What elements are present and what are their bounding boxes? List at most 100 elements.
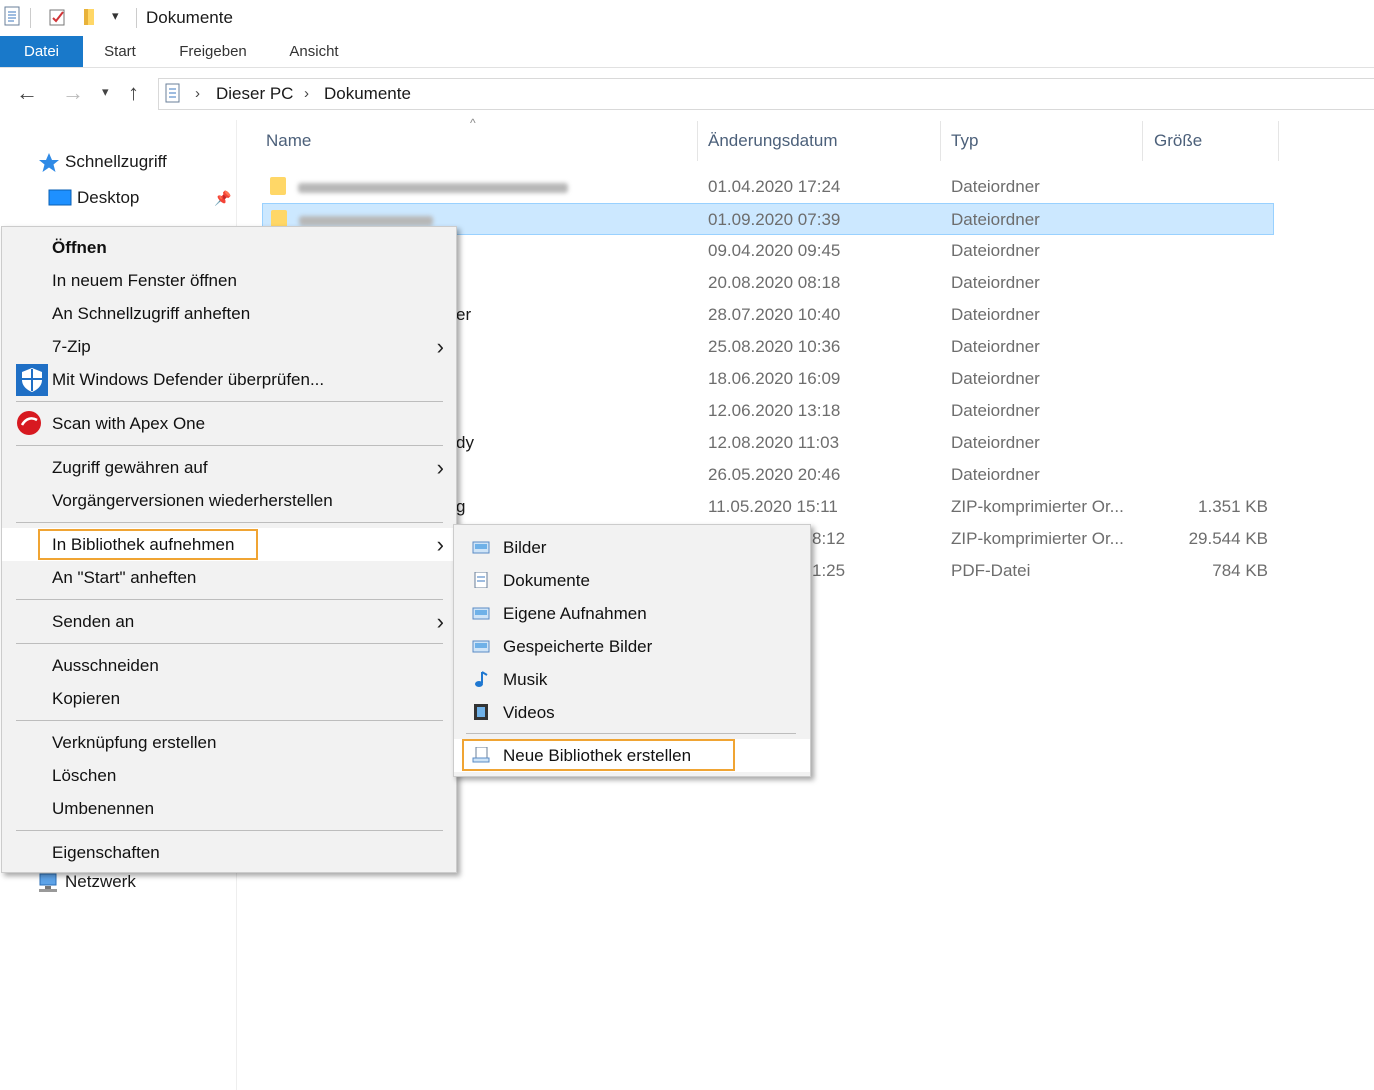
column-header-date[interactable]: Änderungsdatum bbox=[708, 131, 837, 151]
forward-arrow-icon[interactable]: → bbox=[62, 80, 84, 106]
file-name-redacted bbox=[298, 183, 568, 193]
submenu-arrow-icon: › bbox=[436, 455, 444, 480]
properties-icon[interactable] bbox=[4, 6, 20, 28]
tab-start[interactable]: Start bbox=[92, 36, 148, 67]
submenu-item-videos[interactable]: Videos bbox=[454, 696, 810, 729]
tab-datei[interactable]: Datei bbox=[0, 36, 83, 67]
pictures-library-icon bbox=[472, 541, 490, 554]
submenu-item-bilder[interactable]: Bilder bbox=[454, 531, 810, 564]
breadcrumb-dieser-pc[interactable]: Dieser PC bbox=[216, 84, 293, 104]
tab-freigeben[interactable]: Freigeben bbox=[168, 36, 258, 67]
address-bar[interactable]: › Dieser PC › Dokumente bbox=[158, 78, 1374, 110]
submenu-item-musik[interactable]: Musik bbox=[454, 663, 810, 696]
file-size: 1.351 KB bbox=[1198, 497, 1268, 516]
file-date: 26.05.2020 20:46 bbox=[708, 465, 841, 484]
column-header-type[interactable]: Typ bbox=[951, 131, 978, 151]
file-date: 18.06.2020 16:09 bbox=[708, 369, 841, 388]
file-date: 01.09.2020 07:39 bbox=[708, 210, 841, 229]
submenu-arrow-icon: › bbox=[436, 334, 444, 359]
nav-desktop[interactable]: Desktop bbox=[77, 188, 139, 208]
column-header-size[interactable]: Größe bbox=[1154, 131, 1202, 151]
file-type: PDF-Datei bbox=[951, 561, 1031, 580]
camera-roll-library-icon bbox=[472, 607, 490, 620]
menu-item-rename[interactable]: Umbenennen bbox=[2, 792, 456, 825]
title-bar: ▾ Dokumente bbox=[0, 0, 1374, 36]
file-type: ZIP-komprimierter Or... bbox=[951, 497, 1124, 516]
context-menu: Öffnen In neuem Fenster öffnen An Schnel… bbox=[1, 226, 457, 873]
videos-library-icon bbox=[474, 704, 488, 720]
navigation-bar: ← → ▾ ↑ › Dieser PC › Dokumente bbox=[0, 68, 1374, 120]
file-type: Dateiordner bbox=[951, 433, 1040, 452]
folder-icon bbox=[270, 177, 286, 195]
file-type: Dateiordner bbox=[951, 210, 1040, 229]
file-type: Dateiordner bbox=[951, 337, 1040, 356]
file-type: Dateiordner bbox=[951, 401, 1040, 420]
checkmark-icon[interactable] bbox=[48, 7, 68, 27]
file-type: Dateiordner bbox=[951, 177, 1040, 196]
highlight-box bbox=[38, 529, 258, 560]
network-icon bbox=[39, 873, 57, 892]
apex-one-icon bbox=[17, 411, 41, 435]
file-date: 25.08.2020 10:36 bbox=[708, 337, 841, 356]
customize-toolbar-chevron-icon[interactable]: ▾ bbox=[112, 8, 119, 24]
menu-item-defender-scan[interactable]: Mit Windows Defender überprüfen... bbox=[2, 363, 456, 396]
breadcrumb-dokumente[interactable]: Dokumente bbox=[324, 84, 411, 104]
pin-icon[interactable]: 📌 bbox=[214, 190, 231, 207]
nav-quick-access[interactable]: Schnellzugriff bbox=[65, 152, 167, 172]
desktop-icon bbox=[48, 189, 72, 206]
file-name-tail: er bbox=[456, 305, 472, 324]
menu-item-open[interactable]: Öffnen bbox=[2, 231, 456, 264]
menu-item-grant-access[interactable]: Zugriff gewähren auf › bbox=[2, 451, 456, 484]
file-size: 29.544 KB bbox=[1188, 529, 1268, 548]
breadcrumb-chevron-icon[interactable]: › bbox=[304, 85, 309, 102]
window-title: Dokumente bbox=[146, 8, 233, 27]
table-row[interactable]: 01.04.2020 17:24 Dateiordner bbox=[262, 171, 1274, 203]
menu-item-pin-quick-access[interactable]: An Schnellzugriff anheften bbox=[2, 297, 456, 330]
submenu-arrow-icon: › bbox=[436, 609, 444, 634]
file-type: Dateiordner bbox=[951, 369, 1040, 388]
library-submenu: Bilder Dokumente Eigene Aufnahmen Gespei… bbox=[453, 524, 811, 777]
menu-item-restore-previous[interactable]: Vorgängerversionen wiederherstellen bbox=[2, 484, 456, 517]
file-date: 11.05.2020 15:11 bbox=[708, 497, 838, 516]
sort-ascending-icon: ^ bbox=[470, 116, 476, 130]
submenu-item-gespeicherte-bilder[interactable]: Gespeicherte Bilder bbox=[454, 630, 810, 663]
menu-item-cut[interactable]: Ausschneiden bbox=[2, 649, 456, 682]
file-type: Dateiordner bbox=[951, 305, 1040, 324]
submenu-item-dokumente[interactable]: Dokumente bbox=[454, 564, 810, 597]
menu-item-copy[interactable]: Kopieren bbox=[2, 682, 456, 715]
documents-location-icon bbox=[165, 83, 180, 103]
menu-item-delete[interactable]: Löschen bbox=[2, 759, 456, 792]
menu-item-properties[interactable]: Eigenschaften bbox=[2, 836, 456, 869]
menu-item-open-new-window[interactable]: In neuem Fenster öffnen bbox=[2, 264, 456, 297]
file-type: ZIP-komprimierter Or... bbox=[951, 529, 1124, 548]
file-name-tail: dy bbox=[456, 433, 474, 452]
file-name-tail: g bbox=[456, 497, 466, 516]
file-date: 12.08.2020 11:03 bbox=[708, 433, 840, 452]
submenu-item-eigene-aufnahmen[interactable]: Eigene Aufnahmen bbox=[454, 597, 810, 630]
back-arrow-icon[interactable]: ← bbox=[16, 80, 38, 106]
up-arrow-icon[interactable]: ↑ bbox=[128, 80, 139, 106]
menu-item-pin-start[interactable]: An "Start" anheften bbox=[2, 561, 456, 594]
menu-item-create-shortcut[interactable]: Verknüpfung erstellen bbox=[2, 726, 456, 759]
new-folder-icon[interactable] bbox=[82, 7, 98, 27]
file-size: 784 KB bbox=[1212, 561, 1268, 580]
breadcrumb-chevron-icon[interactable]: › bbox=[195, 85, 200, 102]
tab-ansicht[interactable]: Ansicht bbox=[278, 36, 350, 67]
menu-item-send-to[interactable]: Senden an › bbox=[2, 605, 456, 638]
submenu-arrow-icon: › bbox=[436, 532, 444, 557]
file-date: 09.04.2020 09:45 bbox=[708, 241, 841, 260]
nav-network[interactable]: Netzwerk bbox=[65, 872, 136, 892]
recent-locations-chevron-icon[interactable]: ▾ bbox=[102, 84, 109, 100]
column-header-name[interactable]: Name bbox=[266, 131, 311, 151]
menu-item-7zip[interactable]: 7-Zip › bbox=[2, 330, 456, 363]
highlight-box bbox=[462, 739, 735, 771]
file-name-redacted bbox=[299, 216, 433, 226]
music-library-icon bbox=[475, 671, 488, 687]
ribbon-tabs: Datei Start Freigeben Ansicht bbox=[0, 36, 1374, 68]
file-date: 12.06.2020 13:18 bbox=[708, 401, 841, 420]
file-date: 20.08.2020 08:18 bbox=[708, 273, 841, 292]
menu-item-apex-scan[interactable]: Scan with Apex One bbox=[2, 407, 456, 440]
star-icon bbox=[39, 153, 59, 172]
file-type: Dateiordner bbox=[951, 273, 1040, 292]
saved-pictures-library-icon bbox=[472, 640, 490, 653]
